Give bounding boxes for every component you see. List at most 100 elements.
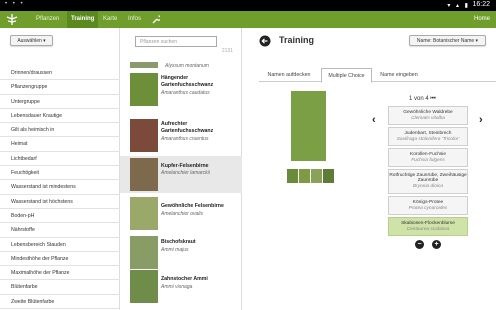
answer-option[interactable]: Königs-Protee Protea cynaroides xyxy=(388,196,468,215)
first-page-icon[interactable]: ⏮ xyxy=(430,96,435,102)
plant-list-pane: Pflanzen suchen 2131 Alyssum montanum Hä… xyxy=(120,28,242,310)
plant-name: Aufrechter xyxy=(161,121,188,127)
filter-item[interactable]: Heimat xyxy=(0,137,120,152)
result-count: 2131 xyxy=(221,48,233,54)
answer-latin: Clematis vitalba xyxy=(411,116,445,121)
filter-item[interactable]: Untergruppe xyxy=(0,95,120,109)
list-item[interactable]: Zahnstocher Ammi Ammi visnaga xyxy=(120,268,242,305)
plant-thumbnail xyxy=(130,236,158,269)
plant-latin: Amaranthus caudatus xyxy=(161,90,210,96)
plant-latin: Alyssum montanum xyxy=(165,63,209,69)
minus-icon[interactable]: − xyxy=(415,240,424,249)
next-arrow-icon[interactable]: › xyxy=(479,114,483,126)
clock: 16:22 xyxy=(472,1,490,8)
plus-icon[interactable]: + xyxy=(432,240,441,249)
status-bar: • • • ▾ ▴ ▮ 16:22 xyxy=(0,0,496,11)
filter-item[interactable]: Lichtbedarf xyxy=(0,152,120,167)
plant-name: Zahnstocher Ammi xyxy=(161,276,208,282)
filter-item[interactable]: Lebensdauer Krautige xyxy=(0,109,120,124)
answer-name: Gewöhnliche Waldrebe xyxy=(403,110,453,115)
filter-item[interactable]: Nährstoffe xyxy=(0,223,120,238)
previous-arrow-icon[interactable]: ‹ xyxy=(372,114,376,126)
pager: 1 von 4 ⏮ xyxy=(409,96,436,103)
plant-photo[interactable] xyxy=(291,91,326,161)
filter-item[interactable]: Lebensbereich Stauden xyxy=(0,238,120,252)
answer-option[interactable]: Korollen-Fuchsie Fuchsia fulgens xyxy=(388,148,468,167)
search-input[interactable]: Pflanzen suchen xyxy=(135,36,217,47)
list-item[interactable]: Aufrechter Gartenfuchsschwanz Amaranthus… xyxy=(120,117,242,154)
plant-latin: Amelanchier ovalis xyxy=(161,211,203,217)
photo-thumbnail[interactable] xyxy=(287,169,298,183)
answer-latin: Saxifraga stolonifera 'Tricolor' xyxy=(396,137,460,142)
home-link[interactable]: Home xyxy=(474,11,490,28)
plant-thumbnail xyxy=(130,270,158,303)
filter-item[interactable]: Wasserstand ist mindestens xyxy=(0,180,120,195)
tab-karte[interactable]: Karte xyxy=(99,11,121,28)
photo-thumbnail[interactable] xyxy=(299,169,310,183)
plant-thumbnail xyxy=(130,158,158,191)
filter-item[interactable]: Gilt als heimisch in xyxy=(0,123,120,138)
filter-item[interactable]: Mindesthöhe der Pflanze xyxy=(0,252,120,267)
plant-latin: Ammi majus xyxy=(161,247,189,253)
back-arrow-icon[interactable] xyxy=(259,35,271,47)
plant-name: Hängender xyxy=(161,75,189,81)
filter-item[interactable]: Boden-pH xyxy=(0,209,120,224)
answer-name: Korollen-Fuchsie xyxy=(410,152,446,157)
plant-thumbnail xyxy=(130,119,158,152)
plant-latin: Amaranthus cruentus xyxy=(161,136,209,142)
plant-latin: Amelanchier lamarckii xyxy=(161,170,210,176)
wrench-icon[interactable] xyxy=(152,15,160,24)
answer-option-selected[interactable]: Skabiosen-Flockenblume Centaurea scabios… xyxy=(388,217,468,236)
answer-latin: Bryonia dioica xyxy=(412,184,444,189)
answer-latin: Fuchsia fulgens xyxy=(411,158,445,163)
answer-latin: Protea cynaroides xyxy=(408,206,448,211)
sort-name-button[interactable]: Name: Botanischer Name ▾ xyxy=(409,35,486,46)
answer-option[interactable]: Rotfruchtige Zaunrübe, Zweihäusige Zaunr… xyxy=(388,169,468,194)
training-pane: Training Name: Botanischer Name ▾ Namen … xyxy=(243,28,496,310)
filter-item[interactable]: Wasserstand ist höchstens xyxy=(0,195,120,209)
answer-option[interactable]: Judenbart, Steinbrech Saxifraga stolonif… xyxy=(388,127,468,146)
app-bar: Pflanzen Training Karte Infos Home xyxy=(0,11,496,28)
plant-name: Gartenfuchsschwanz xyxy=(161,128,214,134)
photo-thumbnail[interactable] xyxy=(311,169,322,183)
answer-latin: Centaurea scabiosa xyxy=(406,227,450,232)
filter-item[interactable]: Pflanzengruppe xyxy=(0,80,120,95)
filter-item[interactable]: Blütenfarbe xyxy=(0,280,120,295)
mode-tabs: Namen aufdecken Multiple Choice Name ein… xyxy=(259,68,496,83)
notification-icons: • • • xyxy=(5,1,25,7)
answer-name: Judenbart, Steinbrech xyxy=(404,131,452,136)
app-logo-icon[interactable] xyxy=(6,14,18,25)
list-item[interactable]: Hängender Gartenfuchsschwanz Amaranthus … xyxy=(120,71,242,108)
plant-thumbnail xyxy=(130,62,158,68)
tab-training[interactable]: Training xyxy=(67,11,99,28)
plant-name: Kupfer-Felsenbirne xyxy=(161,163,209,169)
answer-option[interactable]: Gewöhnliche Waldrebe Clematis vitalba xyxy=(388,106,468,125)
tab-name-eingeben[interactable]: Name eingeben xyxy=(374,68,424,82)
plant-thumbnail xyxy=(130,73,158,106)
photo-thumbnail[interactable] xyxy=(323,169,334,183)
tab-multiple-choice[interactable]: Multiple Choice xyxy=(321,68,372,83)
list-item[interactable]: Kupfer-Felsenbirne Amelanchier lamarckii xyxy=(120,156,242,193)
page-title: Training xyxy=(279,35,315,45)
system-icons: ▾ ▴ ▮ xyxy=(447,3,470,9)
answer-name: Skabiosen-Flockenblume xyxy=(401,221,455,226)
answer-name: Rotfruchtige Zaunrübe, Zweihäusige Zaunr… xyxy=(389,173,467,183)
tab-namen-aufdecken[interactable]: Namen aufdecken xyxy=(259,68,319,82)
plant-latin: Ammi visnaga xyxy=(161,284,193,290)
plant-name: Bischofskraut xyxy=(161,239,196,245)
plant-name: Gewöhnliche Felsenbirne xyxy=(161,203,224,209)
filter-item[interactable]: Feuchtigkeit xyxy=(0,166,120,181)
list-item[interactable]: Bischofskraut Ammi majus xyxy=(120,234,242,271)
list-item[interactable]: Gewöhnliche Felsenbirne Amelanchier oval… xyxy=(120,195,242,232)
choose-button[interactable]: Auswählen ▾ xyxy=(10,35,53,46)
pager-text: 1 von 4 xyxy=(409,96,429,102)
answer-name: Königs-Protee xyxy=(412,200,444,205)
tab-pflanzen[interactable]: Pflanzen xyxy=(32,11,63,28)
filter-item[interactable]: Maximalhöhe der Pflanze xyxy=(0,266,120,281)
plant-name: Gartenfuchsschwanz xyxy=(161,82,214,88)
plant-thumbnail xyxy=(130,197,158,230)
tab-infos[interactable]: Infos xyxy=(124,11,145,28)
filter-item[interactable]: Drinnen/draussen xyxy=(0,66,120,81)
filter-pane: Auswählen ▾ Drinnen/draussen Pflanzengru… xyxy=(0,28,120,310)
filter-item[interactable]: Zweite Blütenfarbe xyxy=(0,295,120,310)
